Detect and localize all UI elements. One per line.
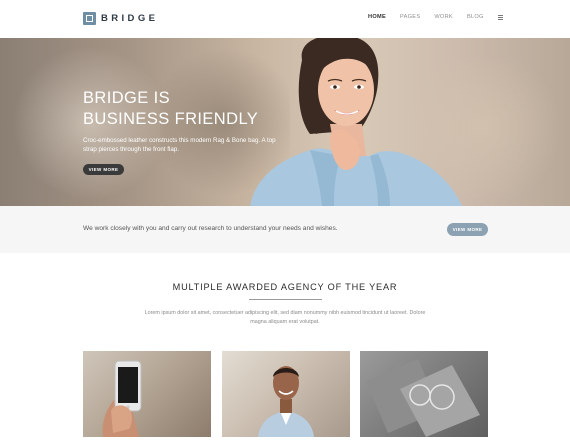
hero-title-line2: BUSINESS FRIENDLY: [83, 110, 259, 128]
hero-banner: BRIDGE IS BUSINESS FRIENDLY Croc-embosse…: [0, 38, 570, 206]
thumbnail-phone-image[interactable]: [83, 351, 211, 437]
nav-item-blog[interactable]: BLOG: [467, 14, 484, 20]
call-to-action-strip: We work closely with you and carry out r…: [0, 206, 570, 253]
nav-item-work[interactable]: WORK: [434, 14, 453, 20]
hero-title-line1: BRIDGE IS: [83, 89, 171, 107]
logo-icon: [83, 11, 96, 25]
hero-title: BRIDGE IS BUSINESS FRIENDLY: [83, 88, 258, 130]
section-text: Lorem ipsum dolor sit amet, consectetuer…: [144, 310, 426, 325]
thumbnail-business-cards-image[interactable]: [360, 351, 488, 437]
call-to-action-text: We work closely with you and carry out r…: [83, 225, 338, 232]
section-title: MULTIPLE AWARDED AGENCY OF THE YEAR: [172, 282, 398, 292]
man-portrait-icon: [258, 366, 314, 437]
strip-view-more-button[interactable]: VIEW MORE: [447, 223, 488, 236]
nav-item-home[interactable]: HOME: [368, 14, 386, 20]
phone-in-hand-icon: [102, 360, 142, 437]
hero-woman-image: [250, 38, 462, 206]
nav-item-pages[interactable]: PAGES: [400, 14, 420, 20]
section-divider: [249, 299, 322, 300]
thumbnail-man-image[interactable]: [222, 351, 350, 437]
main-nav: HOME PAGES WORK BLOG: [368, 14, 503, 20]
hero-description: Croc-embossed leather constructs this mo…: [83, 137, 276, 153]
site-header: BRIDGE HOME PAGES WORK BLOG: [0, 0, 570, 38]
hero-view-more-button[interactable]: VIEW MORE: [83, 164, 124, 175]
logo[interactable]: BRIDGE: [83, 11, 158, 25]
business-cards-icon: [366, 359, 480, 437]
logo-text: BRIDGE: [101, 12, 159, 24]
menu-icon[interactable]: [497, 14, 503, 20]
